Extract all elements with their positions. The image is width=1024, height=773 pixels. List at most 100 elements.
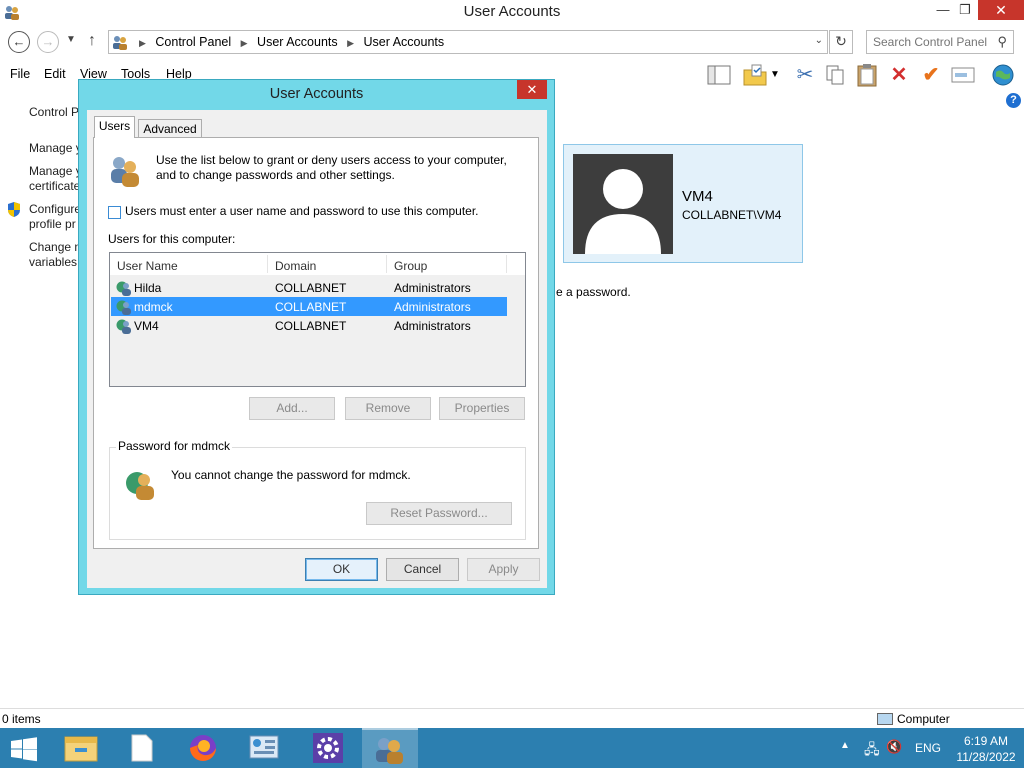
domain-user-icon bbox=[126, 472, 154, 500]
volume-muted-icon[interactable]: 🔇 bbox=[886, 739, 902, 755]
folder-options-chevron-icon[interactable]: ▼ bbox=[768, 62, 782, 88]
sidebar-item-manage-certificates[interactable]: Manage y certificate bbox=[29, 164, 82, 194]
navigation-bar: ← → ▼ ↑ ▶ Control Panel ▶ User Accounts … bbox=[0, 28, 1024, 56]
table-row-selected[interactable]: mdmck COLLABNET Administrators bbox=[111, 297, 507, 316]
breadcrumb-separator-icon[interactable]: ▶ bbox=[241, 38, 248, 48]
windows-logo-icon bbox=[11, 737, 37, 762]
taskbar-file-explorer[interactable] bbox=[53, 728, 109, 768]
status-bar: 0 items Computer bbox=[0, 708, 1024, 728]
forward-arrow-icon[interactable]: → bbox=[37, 31, 59, 53]
menu-edit[interactable]: Edit bbox=[44, 67, 66, 81]
menu-file[interactable]: File bbox=[10, 67, 30, 81]
domain-user-icon bbox=[116, 300, 131, 315]
recent-locations-chevron-icon[interactable]: ▼ bbox=[66, 34, 76, 45]
control-panel-icon bbox=[113, 36, 127, 50]
user-avatar bbox=[573, 154, 673, 254]
breadcrumb-control-panel[interactable]: Control Panel bbox=[155, 35, 231, 49]
column-domain[interactable]: Domain bbox=[275, 259, 316, 273]
status-location: Computer bbox=[897, 712, 950, 726]
user-card-domain: COLLABNET\VM4 bbox=[682, 208, 782, 222]
users-list-header: User Name Domain Group bbox=[110, 253, 525, 275]
window-title: User Accounts bbox=[463, 3, 561, 20]
globe-icon[interactable] bbox=[990, 62, 1016, 88]
column-divider[interactable] bbox=[386, 255, 387, 273]
sidebar-item-configure-profile[interactable]: Configure profile pr bbox=[29, 202, 81, 232]
search-input[interactable] bbox=[871, 32, 991, 52]
dialog-close-button[interactable]: ✕ bbox=[517, 80, 547, 99]
domain-user-icon bbox=[116, 319, 131, 334]
taskbar-user-accounts[interactable] bbox=[362, 728, 418, 768]
properties-button[interactable]: Properties bbox=[439, 397, 525, 420]
dialog-title: User Accounts bbox=[269, 86, 364, 102]
cancel-button[interactable]: Cancel bbox=[386, 558, 459, 581]
search-icon[interactable]: ⚲ bbox=[997, 34, 1007, 50]
start-button[interactable] bbox=[0, 728, 48, 768]
password-group: Password for mdmck You cannot change the… bbox=[109, 439, 526, 540]
table-row[interactable]: Hilda COLLABNET Administrators bbox=[111, 278, 507, 297]
folder-options-icon[interactable] bbox=[742, 62, 768, 88]
rename-icon[interactable] bbox=[950, 62, 976, 88]
sidebar-item-control-panel[interactable]: Control P bbox=[29, 105, 79, 120]
column-divider[interactable] bbox=[267, 255, 268, 273]
up-arrow-icon[interactable]: ↑ bbox=[88, 32, 96, 50]
address-bar[interactable]: ▶ Control Panel ▶ User Accounts ▶ User A… bbox=[108, 30, 828, 54]
computer-icon bbox=[877, 713, 893, 725]
clock-date[interactable]: 11/28/2022 bbox=[950, 750, 1022, 764]
settings-gear-icon bbox=[313, 733, 343, 763]
properties-check-icon[interactable]: ✔ bbox=[918, 62, 944, 88]
domain-cell: COLLABNET bbox=[275, 319, 347, 333]
breadcrumb-separator-icon[interactable]: ▶ bbox=[139, 38, 146, 48]
back-arrow-icon[interactable]: ← bbox=[8, 31, 30, 53]
password-group-label: Password for mdmck bbox=[116, 439, 233, 453]
intro-text: Use the list below to grant or deny user… bbox=[156, 153, 507, 182]
tab-users[interactable]: Users bbox=[94, 116, 135, 138]
table-row[interactable]: VM4 COLLABNET Administrators bbox=[111, 316, 507, 335]
breadcrumb-separator-icon[interactable]: ▶ bbox=[347, 38, 354, 48]
taskbar-settings[interactable] bbox=[300, 728, 356, 768]
taskbar-firefox[interactable] bbox=[175, 728, 231, 768]
refresh-icon[interactable]: ↻ bbox=[829, 30, 853, 54]
clock-time[interactable]: 6:19 AM bbox=[958, 734, 1014, 748]
sidebar-item-manage-1[interactable]: Manage y bbox=[29, 141, 82, 156]
taskbar-documents[interactable] bbox=[114, 728, 170, 768]
reset-password-button[interactable]: Reset Password... bbox=[366, 502, 512, 525]
sidebar-item-change-variables[interactable]: Change n variables bbox=[29, 240, 81, 270]
maximize-button[interactable]: ❐ bbox=[950, 0, 980, 22]
cut-icon[interactable]: ✂ bbox=[792, 62, 818, 88]
group-cell: Administrators bbox=[394, 300, 471, 314]
taskbar-control-panel[interactable] bbox=[236, 728, 292, 768]
apply-button[interactable]: Apply bbox=[467, 558, 540, 581]
shield-icon bbox=[8, 202, 20, 217]
column-group[interactable]: Group bbox=[394, 259, 427, 273]
group-cell: Administrators bbox=[394, 319, 471, 333]
language-indicator[interactable]: ENG bbox=[915, 741, 941, 755]
delete-icon[interactable]: ✕ bbox=[886, 62, 912, 88]
users-list[interactable]: User Name Domain Group Hilda COLLABNET A… bbox=[109, 252, 526, 387]
paste-icon[interactable] bbox=[854, 62, 880, 88]
user-silhouette-icon bbox=[585, 169, 661, 254]
user-name-cell: VM4 bbox=[134, 319, 159, 333]
add-user-button[interactable]: Add... bbox=[249, 397, 335, 420]
remove-user-button[interactable]: Remove bbox=[345, 397, 431, 420]
search-box[interactable]: ⚲ bbox=[866, 30, 1014, 54]
require-login-label[interactable]: Users must enter a user name and passwor… bbox=[125, 204, 479, 218]
copy-icon[interactable] bbox=[822, 62, 848, 88]
network-icon[interactable]: 🖧 bbox=[864, 739, 880, 763]
dialog-body: Users Advanced Use the list below to gra… bbox=[87, 110, 547, 588]
tab-advanced[interactable]: Advanced bbox=[138, 119, 202, 139]
firefox-icon bbox=[190, 735, 216, 761]
help-icon[interactable]: ? bbox=[1006, 93, 1021, 108]
preview-pane-icon[interactable] bbox=[706, 62, 732, 88]
require-login-checkbox[interactable] bbox=[108, 206, 121, 219]
breadcrumb-user-accounts[interactable]: User Accounts bbox=[257, 35, 338, 49]
show-hidden-icons-chevron-icon[interactable]: ▲ bbox=[840, 740, 850, 751]
address-dropdown-chevron-icon[interactable]: ⌄ bbox=[815, 35, 823, 46]
close-button[interactable]: ✕ bbox=[978, 0, 1024, 20]
breadcrumb-user-accounts-current[interactable]: User Accounts bbox=[364, 35, 445, 49]
user-name-cell: Hilda bbox=[134, 281, 162, 295]
column-divider[interactable] bbox=[506, 255, 507, 273]
column-user-name[interactable]: User Name bbox=[117, 259, 178, 273]
domain-user-icon bbox=[116, 281, 131, 296]
ok-button[interactable]: OK bbox=[305, 558, 378, 581]
file-explorer-icon bbox=[64, 736, 98, 762]
